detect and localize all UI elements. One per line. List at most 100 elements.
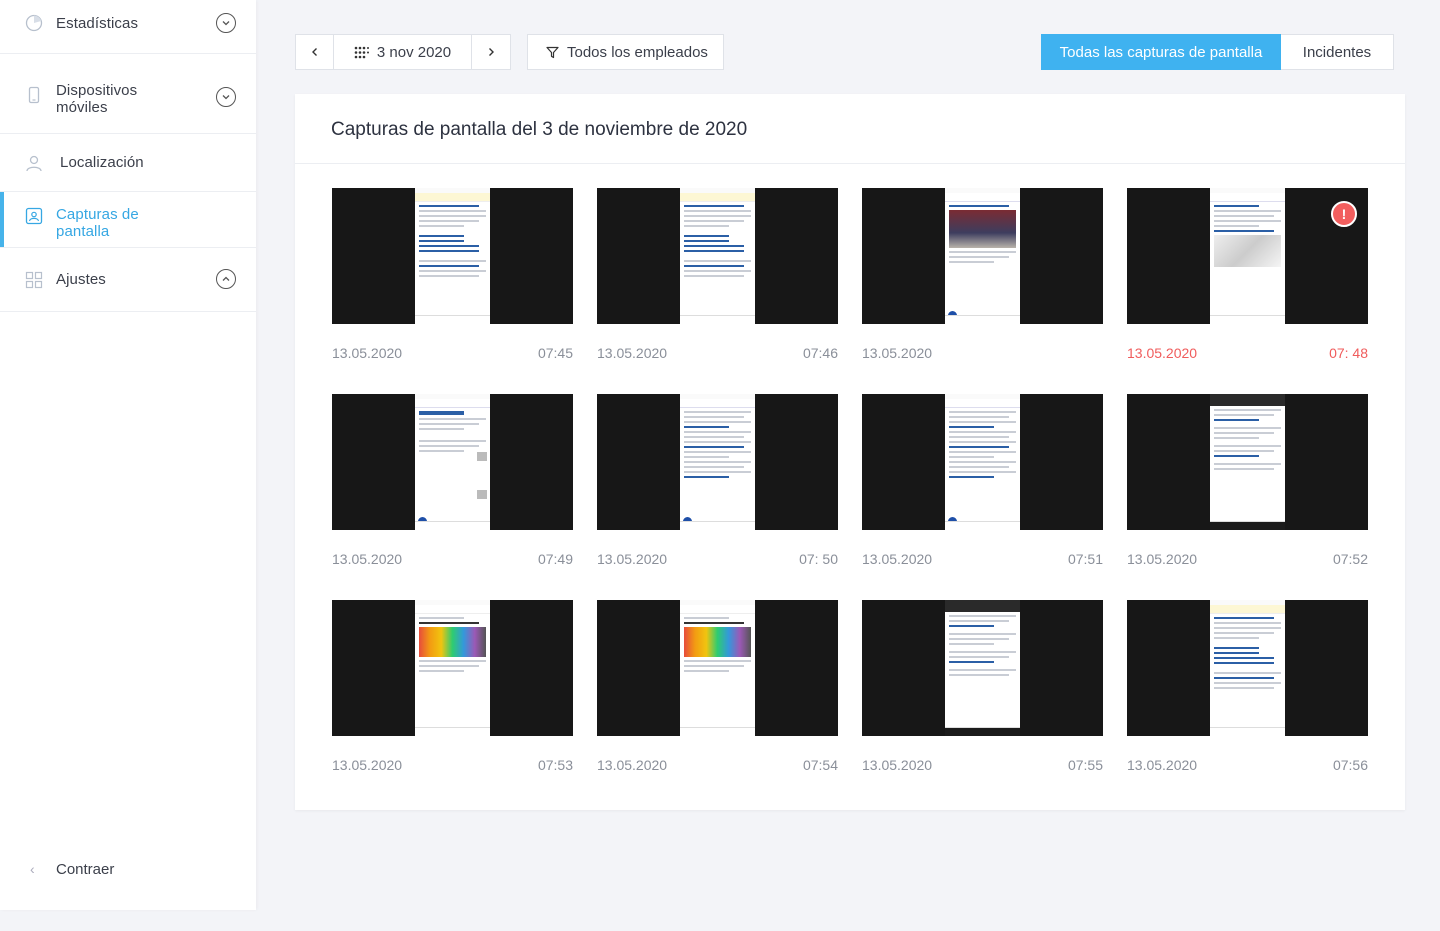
sidebar-item-dispositivos[interactable]: Dispositivos móviles — [0, 54, 256, 134]
screenshot-meta: 13.05.2020 07:51 — [862, 551, 1103, 567]
screenshot-thumbnail[interactable] — [332, 188, 573, 324]
screenshot-thumbnail[interactable] — [332, 600, 573, 736]
date-label: 3 nov 2020 — [376, 43, 452, 61]
screenshot-time: 07: 50 — [799, 551, 838, 567]
screenshot-time: 07:53 — [537, 757, 573, 773]
screenshot-thumbnail[interactable] — [332, 394, 573, 530]
date-picker: 3 nov 2020 — [295, 34, 511, 70]
screenshot-thumbnail[interactable] — [597, 188, 838, 324]
screenshot-time: 07:49 — [537, 551, 573, 567]
sidebar-item-label: Estadísticas — [56, 15, 139, 32]
prev-date-button[interactable] — [295, 34, 334, 70]
sidebar-item-capturas[interactable]: Capturas de pantalla — [0, 192, 256, 248]
divider — [295, 163, 1405, 164]
screenshot-date: 13.05.2020 — [862, 345, 933, 361]
screenshot-time: 07:56 — [1332, 757, 1368, 773]
phone-screen-preview — [945, 600, 1020, 736]
screenshot-meta: 13.05.2020 07:49 — [332, 551, 573, 567]
chevron-right-icon — [489, 48, 494, 56]
sidebar: Estadísticas Dispositivos móviles Locali… — [0, 0, 256, 910]
screenshot-thumbnail[interactable] — [1127, 394, 1368, 530]
tab-all-screenshots[interactable]: Todas las capturas de pantalla — [1041, 34, 1281, 70]
screenshot-date: 13.05.2020 — [597, 551, 668, 567]
screenshot-card[interactable]: 13.05.2020 07:51 — [862, 394, 1103, 567]
sidebar-item-label: Dispositivos móviles — [56, 82, 137, 116]
screenshot-thumbnail[interactable] — [597, 394, 838, 530]
phone-screen-preview — [415, 600, 490, 736]
sidebar-item-label: Capturas de pantalla — [56, 206, 139, 240]
tab-incidents[interactable]: Incidentes — [1281, 34, 1394, 70]
screenshot-card[interactable]: 13.05.2020 07:53 — [332, 600, 573, 773]
phone-screen-preview — [1210, 394, 1285, 530]
screenshot-time: 07:51 — [1067, 551, 1103, 567]
incident-alert-icon[interactable]: ! — [1331, 201, 1357, 227]
label-line-2: pantalla — [56, 223, 110, 240]
phone-screen-preview — [680, 188, 755, 324]
screenshot-time: 07:52 — [1332, 551, 1368, 567]
phone-screen-preview — [680, 600, 755, 736]
screenshot-thumbnail[interactable] — [862, 600, 1103, 736]
screenshot-date: 13.05.2020 — [332, 551, 403, 567]
collapse-sidebar-button[interactable]: ‹ Contraer — [0, 852, 256, 886]
filter-icon — [546, 46, 559, 58]
screenshot-date: 13.05.2020 — [332, 345, 403, 361]
chevron-down-icon[interactable] — [216, 13, 236, 33]
screenshot-thumbnail[interactable] — [597, 600, 838, 736]
collapse-label: Contraer — [56, 860, 115, 878]
screenshot-card[interactable]: 13.05.2020 07:46 — [597, 188, 838, 361]
user-location-icon — [25, 154, 43, 172]
screenshot-thumbnail[interactable]: ! — [1127, 188, 1368, 324]
employees-filter-button[interactable]: Todos los empleados — [527, 34, 724, 70]
mobile-icon — [25, 86, 43, 104]
tab-label: Todas las capturas de pantalla — [1059, 43, 1263, 61]
screenshot-card[interactable]: 13.05.2020 07: 50 — [597, 394, 838, 567]
screenshot-meta: 13.05.2020 07:56 — [1127, 757, 1368, 773]
screenshot-date: 13.05.2020 — [1127, 757, 1198, 773]
screenshot-icon — [25, 207, 43, 225]
sidebar-item-ajustes[interactable]: Ajustes — [0, 248, 256, 312]
tab-label: Incidentes — [1302, 43, 1372, 61]
chevron-up-icon[interactable] — [216, 269, 236, 289]
phone-screen-preview — [415, 188, 490, 324]
screenshot-card[interactable]: ! 13.05.2020 07: 48 — [1127, 188, 1368, 361]
screenshot-date: 13.05.2020 — [597, 757, 668, 773]
label-line-1: Dispositivos — [56, 82, 138, 99]
screenshot-meta: 13.05.2020 07: 48 — [1127, 345, 1368, 361]
screenshot-meta: 13.05.2020 07: 50 — [597, 551, 838, 567]
phone-screen-preview — [945, 188, 1020, 324]
screenshot-card[interactable]: 13.05.2020 07:54 — [597, 600, 838, 773]
screenshot-date: 13.05.2020 — [862, 757, 933, 773]
calendar-dots-icon — [354, 46, 369, 58]
screenshot-time: 07: 48 — [1329, 345, 1368, 361]
chevron-left-icon: ‹ — [30, 861, 35, 877]
screenshot-card[interactable]: 13.05.2020 07:45 — [332, 188, 573, 361]
screenshot-thumbnail[interactable] — [862, 394, 1103, 530]
label-line-2: móviles — [56, 99, 108, 116]
screenshot-time: 07:46 — [802, 345, 838, 361]
sidebar-item-localizacion[interactable]: Localización — [0, 134, 256, 192]
screenshot-card[interactable]: 13.05.2020 07:49 — [332, 394, 573, 567]
screenshot-card[interactable]: 13.05.2020 07:56 — [1127, 600, 1368, 773]
sidebar-item-label: Ajustes — [56, 271, 106, 288]
screenshot-thumbnail[interactable] — [1127, 600, 1368, 736]
screenshot-date: 13.05.2020 — [332, 757, 403, 773]
screenshot-meta: 13.05.2020 07:52 — [1127, 551, 1368, 567]
screenshot-card[interactable]: 13.05.2020 — [862, 188, 1103, 361]
next-date-button[interactable] — [472, 34, 511, 70]
screenshot-meta: 13.05.2020 07:45 — [332, 345, 573, 361]
chevron-down-icon[interactable] — [216, 87, 236, 107]
phone-screen-preview — [945, 394, 1020, 530]
phone-screen-preview — [1210, 188, 1285, 324]
screenshot-time: 07:55 — [1067, 757, 1103, 773]
screenshot-meta: 13.05.2020 07:54 — [597, 757, 838, 773]
screenshot-thumbnail[interactable] — [862, 188, 1103, 324]
sidebar-item-label: Localización — [60, 154, 144, 171]
date-display-button[interactable]: 3 nov 2020 — [334, 34, 472, 70]
sidebar-item-estadisticas[interactable]: Estadísticas — [0, 0, 256, 54]
screenshot-card[interactable]: 13.05.2020 07:52 — [1127, 394, 1368, 567]
toolbar: 3 nov 2020 Todos los empleados — [295, 34, 724, 70]
phone-screen-preview — [680, 394, 755, 530]
screenshot-time: 07:54 — [802, 757, 838, 773]
screenshot-card[interactable]: 13.05.2020 07:55 — [862, 600, 1103, 773]
screenshot-date: 13.05.2020 — [597, 345, 668, 361]
